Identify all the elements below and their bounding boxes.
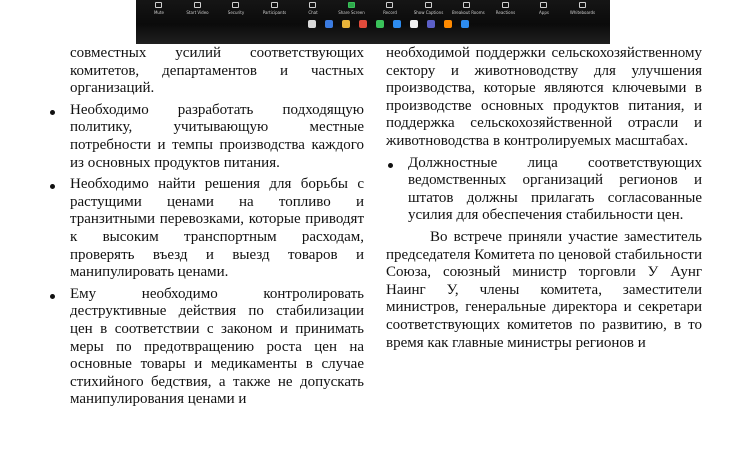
bullet-icon [50, 184, 55, 190]
toolbar-button: Mute [144, 1, 174, 19]
taskbar-app-icon [461, 20, 469, 28]
toolbar-button: Breakout Rooms [452, 1, 485, 19]
right-column: необходимой поддержки сельскохозяйственн… [386, 45, 702, 352]
taskbar-app-icon [393, 20, 401, 28]
toolbar-button-label: Share Screen [338, 10, 365, 15]
toolbar-button: Show Captions [414, 1, 444, 19]
taskbar-app-icon [376, 20, 384, 28]
toolbar-button-label: Whiteboards [569, 10, 596, 15]
chat-icon [309, 2, 316, 8]
toolbar-button-label: Mute [153, 10, 164, 15]
taskbar-app-icon [325, 20, 333, 28]
record-icon [386, 2, 393, 8]
list-item: Должностные лица соответствующих ведомст… [386, 155, 702, 225]
toolbar-button: Share Screen [337, 1, 367, 19]
video-icon [193, 2, 201, 8]
shield-icon [232, 2, 239, 8]
taskbar-app-icon [308, 20, 316, 28]
microphone-icon [155, 2, 162, 8]
right-continuation-text: необходимой поддержки сельскохозяйственн… [386, 45, 702, 149]
whiteboard-icon [578, 2, 586, 8]
toolbar-button-label: Record [383, 10, 397, 15]
taskbar-app-icon [427, 20, 435, 28]
left-continuation-text: совместных усилий соответствующих комите… [70, 45, 364, 97]
taskbar-app-icon [444, 20, 452, 28]
toolbar-button-label: Participants [262, 10, 287, 15]
list-item: Необходимо разработать подходящую полити… [48, 102, 364, 172]
toolbar-button: Security [221, 1, 251, 19]
apps-icon [540, 2, 547, 8]
toolbar-button-label: Breakout Rooms [452, 10, 485, 15]
share-screen-icon [347, 2, 355, 8]
taskbar-app-icon [342, 20, 350, 28]
toolbar-button-label: Security [227, 10, 245, 15]
windows-taskbar [276, 19, 610, 33]
toolbar-button-label: Chat [308, 10, 318, 15]
taskbar-app-icon [410, 20, 418, 28]
meeting-participants-paragraph: Во встрече приняли участие заместитель п… [386, 228, 702, 351]
list-item: Ему необходимо контролировать деструктив… [48, 286, 364, 409]
participants-icon [270, 2, 278, 8]
toolbar-button: Whiteboards [568, 1, 598, 19]
toolbar-button: Chat [298, 1, 328, 19]
toolbar-button: Start Video [183, 1, 213, 19]
toolbar-button-label: Start Video [186, 10, 209, 15]
toolbar-button-label: Apps [539, 10, 549, 15]
reactions-icon [501, 2, 509, 8]
toolbar-button: Apps [529, 1, 559, 19]
left-bullet-list: Необходимо разработать подходящую полити… [48, 102, 364, 409]
bullet-icon [50, 293, 55, 299]
meeting-screenshot-photo: Mute Start Video Security Participants Chat S… [136, 0, 610, 44]
list-item: Необходимо найти решения для борьбы с ра… [48, 176, 364, 282]
breakout-rooms-icon [463, 2, 470, 8]
toolbar-button: Reactions [491, 1, 521, 19]
toolbar-button: Record [375, 1, 405, 19]
taskbar-app-icon [359, 20, 367, 28]
bullet-icon [388, 162, 393, 168]
toolbar-button-label: Reactions [495, 10, 516, 15]
right-bullet-list: Должностные лица соответствующих ведомст… [386, 155, 702, 225]
toolbar-button-label: Show Captions [413, 10, 444, 15]
left-column: совместных усилий соответствующих комите… [48, 45, 364, 409]
zoom-toolbar: Mute Start Video Security Participants Chat S… [140, 1, 602, 19]
bullet-icon [50, 109, 55, 115]
toolbar-button: Participants [260, 1, 290, 19]
captions-icon [424, 2, 432, 8]
